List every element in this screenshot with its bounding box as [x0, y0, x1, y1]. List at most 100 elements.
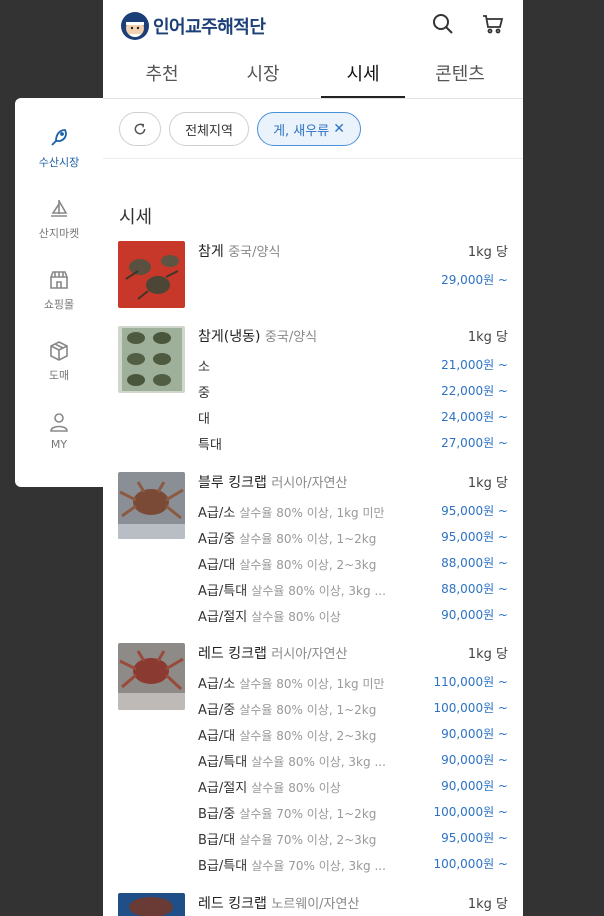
store-icon	[49, 271, 69, 289]
row-grade: B급/특대	[198, 859, 248, 874]
row-grade: A급/소	[198, 677, 236, 692]
item-name-line: 레드 킹크랩 러시아/자연산	[198, 643, 347, 663]
row-grade: 특대	[198, 438, 222, 453]
tab-recommend[interactable]: 추천	[120, 60, 204, 98]
item-unit: 1kg 당	[467, 476, 508, 491]
fish-icon	[51, 129, 67, 146]
side-item-fish-market[interactable]: 수산시장	[15, 126, 103, 170]
product-thumbnail	[118, 326, 185, 393]
price-row: B급/중 살수율 70% 이상, 1~2kg 100,000원 ~	[198, 803, 508, 823]
cart-icon[interactable]	[481, 12, 505, 36]
side-item-label: 수산시장	[38, 156, 80, 169]
filter-bar: 전체지역 게, 새우류 ✕	[103, 99, 523, 159]
price-row: 대 24,000원 ~	[198, 408, 508, 428]
pirate-mascot-icon	[121, 12, 149, 40]
section-title: 시세	[119, 207, 153, 228]
tab-market[interactable]: 시장	[221, 60, 305, 98]
side-item-my[interactable]: MY	[15, 410, 103, 451]
price-row: A급/특대 살수율 80% 이상, 3kg ... 88,000원 ~	[198, 580, 508, 600]
row-desc: 살수율 70% 이상, 1~2kg	[239, 807, 377, 821]
product-thumbnail	[118, 893, 185, 916]
row-grade: A급/대	[198, 729, 236, 744]
item-unit: 1kg 당	[467, 245, 508, 260]
side-item-shopping-mall[interactable]: 쇼핑몰	[15, 268, 103, 312]
price-row: A급/특대 살수율 80% 이상, 3kg ... 90,000원 ~	[198, 751, 508, 771]
region-filter-label: 전체지역	[185, 123, 233, 139]
item-name-line: 레드 킹크랩 노르웨이/자연산	[198, 893, 359, 913]
main-panel: 인어교주해적단 추천 시장 시세 콘텐츠 전체지역 게, 새우류 ✕ 시세 참게…	[103, 0, 523, 916]
item-name: 레드 킹크랩	[198, 646, 267, 662]
sailboat-icon	[51, 200, 68, 217]
side-item-label: 도매	[48, 369, 70, 382]
price-row: 29,000원 ~	[198, 271, 508, 291]
category-filter-chip[interactable]: 게, 새우류 ✕	[257, 112, 361, 146]
row-desc: 살수율 80% 이상	[251, 610, 341, 624]
price-row: 중 22,000원 ~	[198, 382, 508, 402]
row-price: 88,000원 ~	[441, 556, 508, 570]
refresh-button[interactable]	[119, 112, 161, 146]
row-price: 100,000원 ~	[433, 857, 508, 871]
price-row: A급/소 살수율 80% 이상, 1kg 미만 95,000원 ~	[198, 502, 508, 522]
row-price: 24,000원 ~	[441, 410, 508, 424]
item-name: 블루 킹크랩	[198, 475, 267, 491]
item-name-line: 참게(냉동) 중국/양식	[198, 326, 317, 346]
row-grade: A급/특대	[198, 584, 248, 599]
price-row: A급/중 살수율 80% 이상, 1~2kg 95,000원 ~	[198, 528, 508, 548]
brand-logo[interactable]: 인어교주해적단	[120, 11, 266, 41]
item-unit: 1kg 당	[467, 897, 508, 912]
row-desc: 살수율 70% 이상, 3kg ...	[251, 859, 386, 873]
row-price: 29,000원 ~	[441, 273, 508, 287]
search-icon[interactable]	[431, 12, 455, 36]
item-origin: 러시아/자연산	[271, 647, 348, 662]
row-price: 90,000원 ~	[441, 779, 508, 793]
row-desc: 살수율 80% 이상, 1~2kg	[239, 532, 377, 546]
product-thumbnail	[118, 241, 185, 308]
row-price: 110,000원 ~	[433, 675, 508, 689]
item-origin: 노르웨이/자연산	[271, 897, 360, 912]
user-icon	[50, 413, 68, 432]
row-desc: 살수율 70% 이상, 2~3kg	[239, 833, 377, 847]
item-unit: 1kg 당	[467, 647, 508, 662]
price-row: 특대 27,000원 ~	[198, 434, 508, 454]
brand-name: 인어교주해적단	[153, 17, 266, 38]
app-header: 인어교주해적단	[103, 0, 523, 50]
price-row: A급/소 살수율 80% 이상, 1kg 미만 110,000원 ~	[198, 673, 508, 693]
row-desc: 살수율 80% 이상, 1kg 미만	[239, 506, 385, 520]
tab-contents[interactable]: 콘텐츠	[418, 60, 502, 98]
row-price: 100,000원 ~	[433, 805, 508, 819]
row-price: 90,000원 ~	[441, 753, 508, 767]
row-desc: 살수율 80% 이상, 2~3kg	[239, 558, 377, 572]
row-grade: A급/특대	[198, 755, 248, 770]
row-grade: A급/소	[198, 506, 236, 521]
row-price: 90,000원 ~	[441, 727, 508, 741]
row-desc: 살수율 80% 이상, 1~2kg	[239, 703, 377, 717]
row-price: 88,000원 ~	[441, 582, 508, 596]
region-filter-chip[interactable]: 전체지역	[169, 112, 249, 146]
row-desc: 살수율 80% 이상, 3kg ...	[251, 755, 386, 769]
tab-price[interactable]: 시세	[321, 60, 405, 98]
side-nav: 수산시장 산지마켓 쇼핑몰 도매 MY	[15, 98, 103, 487]
row-desc: 살수율 80% 이상, 1kg 미만	[239, 677, 385, 691]
price-row: A급/절지 살수율 80% 이상 90,000원 ~	[198, 777, 508, 797]
row-desc: 살수율 80% 이상, 3kg ...	[251, 584, 386, 598]
close-icon[interactable]: ✕	[333, 121, 345, 137]
row-grade: A급/중	[198, 703, 236, 718]
row-price: 21,000원 ~	[441, 358, 508, 372]
side-item-origin-market[interactable]: 산지마켓	[15, 197, 103, 241]
item-name: 참게	[198, 244, 224, 260]
row-grade: 소	[198, 360, 210, 375]
row-price: 95,000원 ~	[441, 831, 508, 845]
side-item-label: MY	[50, 438, 68, 451]
row-price: 90,000원 ~	[441, 608, 508, 622]
row-grade: 대	[198, 412, 210, 427]
side-item-label: 쇼핑몰	[43, 298, 75, 311]
side-item-wholesale[interactable]: 도매	[15, 339, 103, 383]
item-name-line: 참게 중국/양식	[198, 241, 280, 261]
row-price: 95,000원 ~	[441, 530, 508, 544]
side-item-label: 산지마켓	[38, 227, 80, 240]
row-price: 27,000원 ~	[441, 436, 508, 450]
product-thumbnail	[118, 643, 185, 710]
item-origin: 중국/양식	[228, 245, 281, 260]
price-row: A급/절지 살수율 80% 이상 90,000원 ~	[198, 606, 508, 626]
item-name: 참게(냉동)	[198, 329, 261, 345]
